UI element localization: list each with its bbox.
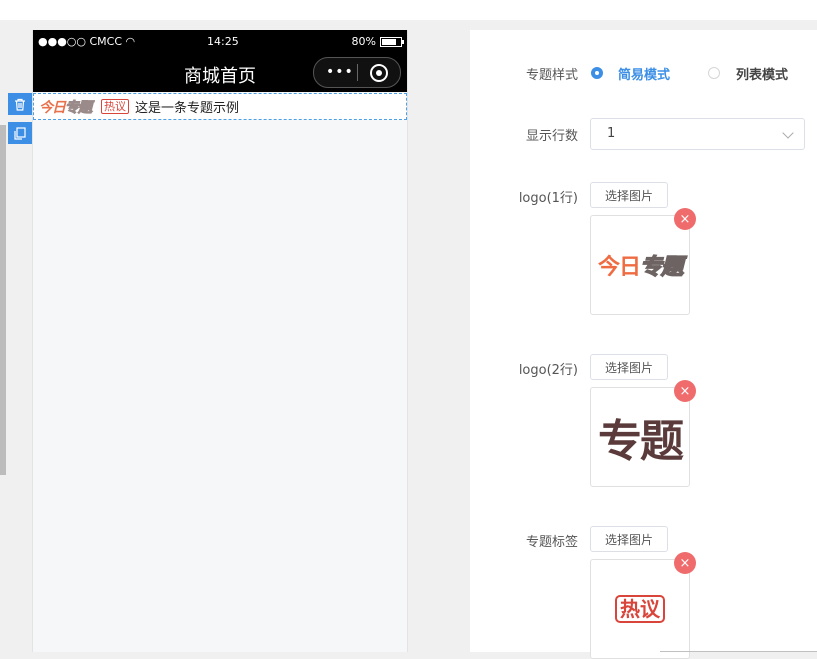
nav-bar: 商城首页 •••: [33, 54, 407, 92]
logo1-choose-image-button[interactable]: 选择图片: [590, 182, 668, 208]
topic-component[interactable]: 今日专题 热议 这是一条专题示例: [33, 93, 407, 120]
tag-label: 专题标签: [525, 535, 578, 550]
close-miniapp-icon[interactable]: [370, 64, 388, 82]
logo2-image: 专题: [598, 416, 684, 467]
logo1-remove-icon[interactable]: ×: [674, 208, 696, 230]
carrier-signal: ●●●○○ CMCC ◠: [38, 35, 136, 48]
battery-percent: 80%: [351, 35, 376, 48]
logo1-image: 今日专题: [597, 254, 684, 281]
top-band: [0, 0, 817, 20]
logo2-label: logo(2行): [518, 363, 578, 378]
radio-simple-mode[interactable]: [591, 67, 603, 79]
radio-list-mode[interactable]: [708, 67, 720, 79]
radio-list-mode-label[interactable]: 列表模式: [736, 64, 788, 83]
logo2-remove-icon[interactable]: ×: [674, 380, 696, 402]
status-bar: ●●●○○ CMCC ◠ 14:25 80%: [33, 30, 407, 54]
copy-component-button[interactable]: [8, 122, 32, 144]
wifi-icon: ◠: [125, 35, 136, 48]
logo1-label: logo(1行): [518, 191, 578, 206]
topic-tag: 热议: [101, 99, 129, 114]
topic-text: 这是一条专题示例: [135, 101, 240, 116]
logo1-preview: 今日专题: [590, 215, 690, 315]
rows-select[interactable]: 1: [590, 118, 805, 150]
topic-logo: 今日专题: [39, 99, 93, 116]
battery-icon: [380, 36, 404, 47]
capsule-divider: [357, 64, 358, 81]
battery-status: 80%: [351, 35, 404, 48]
rows-label: 显示行数: [525, 129, 578, 144]
menu-capsule[interactable]: •••: [313, 57, 401, 88]
tag-image: 热议: [615, 595, 665, 623]
tag-remove-icon[interactable]: ×: [674, 552, 696, 574]
more-icon[interactable]: •••: [326, 65, 354, 79]
logo2-choose-image-button[interactable]: 选择图片: [590, 354, 668, 380]
copy-icon: [14, 126, 26, 140]
phone-preview: ●●●○○ CMCC ◠ 14:25 80% 商城首页 ••• 今日专题 热议 …: [32, 30, 408, 652]
rows-value: 1: [607, 126, 616, 141]
status-time: 14:25: [207, 35, 239, 48]
tag-preview: 热议: [590, 559, 690, 659]
trash-icon: [15, 98, 25, 111]
left-scrollbar[interactable]: [0, 125, 6, 475]
radio-simple-mode-label[interactable]: 简易模式: [618, 64, 670, 83]
tag-choose-image-button[interactable]: 选择图片: [590, 526, 668, 552]
style-label: 专题样式: [525, 68, 578, 83]
chevron-down-icon: [782, 127, 794, 139]
delete-component-button[interactable]: [8, 93, 32, 115]
logo2-preview: 专题: [590, 387, 690, 487]
settings-panel: 专题样式 简易模式 列表模式 显示行数 1 logo(1行) 选择图片 今日专题…: [470, 30, 817, 659]
